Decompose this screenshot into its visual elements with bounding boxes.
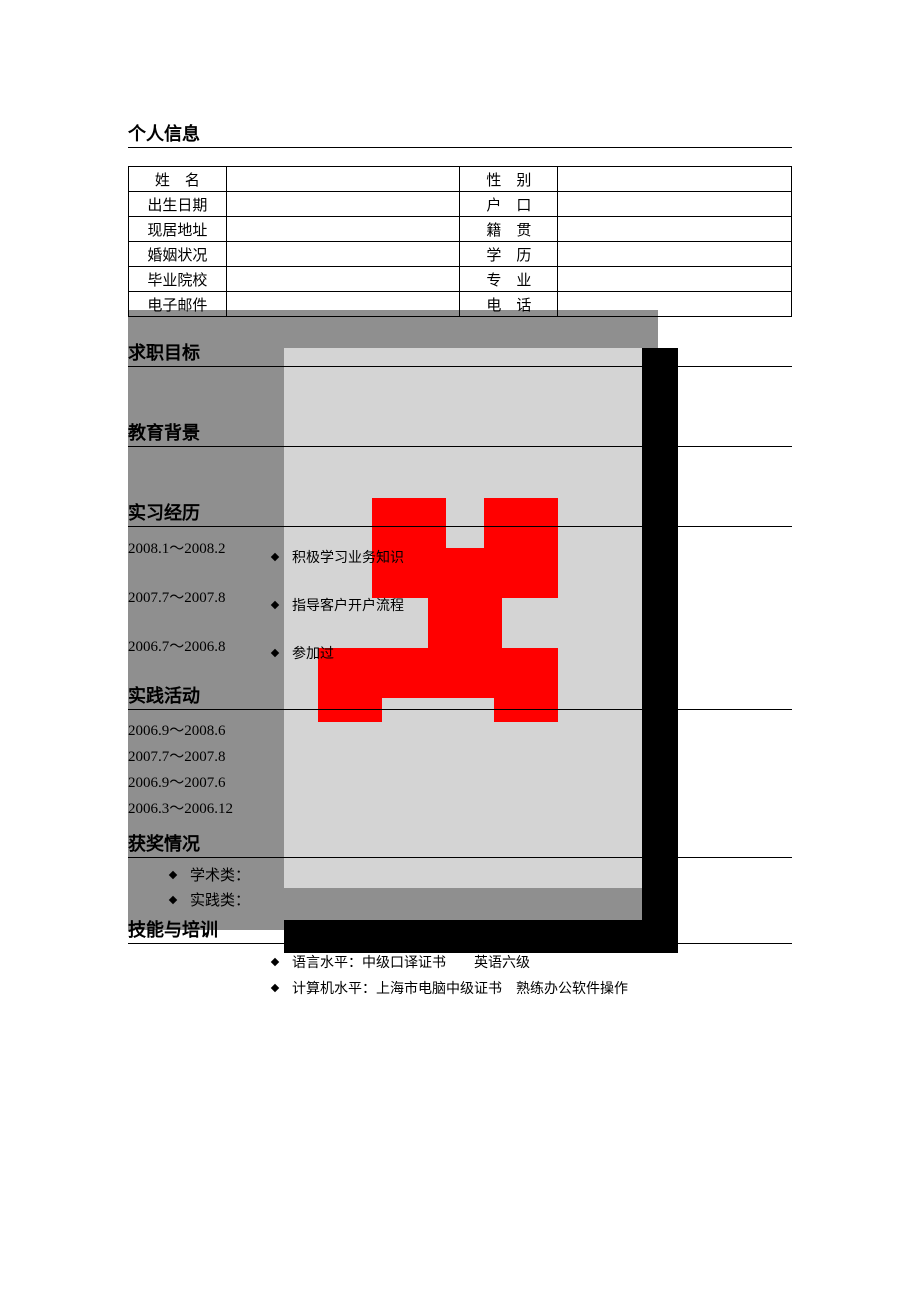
section-education: 教育背景 — [128, 419, 792, 447]
label-name: 姓 名 — [129, 167, 227, 192]
bullet-text: 指导客户开户流程 — [292, 595, 404, 615]
diamond-bullet-icon — [169, 895, 177, 903]
bullet-text: 积极学习业务知识 — [292, 547, 404, 567]
activity-date: 2006.3～2006.12 — [128, 796, 792, 822]
label-gender: 性 别 — [460, 167, 558, 192]
bullet-text: 参加过 — [292, 643, 334, 663]
value-major — [558, 267, 792, 292]
value-native — [558, 217, 792, 242]
value-name — [226, 167, 460, 192]
skill-item: 计算机水平：上海市电脑中级证书 熟练办公软件操作 — [272, 978, 792, 998]
award-item: 实践类： — [170, 889, 792, 910]
value-gender — [558, 167, 792, 192]
diamond-bullet-icon — [271, 958, 279, 966]
label-address: 现居地址 — [129, 217, 227, 242]
value-marital — [226, 242, 460, 267]
diamond-bullet-icon — [271, 984, 279, 992]
table-row: 毕业院校 专 业 — [129, 267, 792, 292]
table-row: 现居地址 籍 贯 — [129, 217, 792, 242]
table-row: 出生日期 户 口 — [129, 192, 792, 217]
table-row: 电子邮件 电 话 — [129, 292, 792, 317]
section-awards: 获奖情况 — [128, 830, 792, 858]
internship-bullet: 参加过 — [272, 643, 404, 663]
internship-date: 2008.1～2008.2 — [128, 537, 792, 558]
value-hukou — [558, 192, 792, 217]
section-internship: 实习经历 — [128, 499, 792, 527]
skill-text: 语言水平：中级口译证书 英语六级 — [292, 952, 530, 972]
section-activities: 实践活动 — [128, 682, 792, 710]
label-marital: 婚姻状况 — [129, 242, 227, 267]
activity-date: 2006.9～2007.6 — [128, 770, 792, 796]
awards-list: 学术类： 实践类： — [128, 864, 792, 910]
section-personal-info: 个人信息 — [128, 120, 792, 148]
label-birth: 出生日期 — [129, 192, 227, 217]
label-school: 毕业院校 — [129, 267, 227, 292]
diamond-bullet-icon — [271, 553, 279, 561]
label-hukou: 户 口 — [460, 192, 558, 217]
award-item: 学术类： — [170, 864, 792, 885]
label-major: 专 业 — [460, 267, 558, 292]
value-degree — [558, 242, 792, 267]
value-school — [226, 267, 460, 292]
label-phone: 电 话 — [460, 292, 558, 317]
label-email: 电子邮件 — [129, 292, 227, 317]
internship-bullet: 指导客户开户流程 — [272, 595, 404, 615]
diamond-bullet-icon — [169, 870, 177, 878]
skill-text: 计算机水平：上海市电脑中级证书 熟练办公软件操作 — [292, 978, 628, 998]
value-phone — [558, 292, 792, 317]
internship-date: 2006.7～2006.8 — [128, 635, 792, 656]
internship-bullet: 积极学习业务知识 — [272, 547, 404, 567]
label-native: 籍 贯 — [460, 217, 558, 242]
label-degree: 学 历 — [460, 242, 558, 267]
diamond-bullet-icon — [271, 601, 279, 609]
table-row: 姓 名 性 别 — [129, 167, 792, 192]
internship-date: 2007.7～2007.8 — [128, 586, 792, 607]
activities-dates: 2006.9～2008.6 2007.7～2007.8 2006.9～2007.… — [128, 718, 792, 822]
activity-date: 2007.7～2007.8 — [128, 744, 792, 770]
internship-content: 2008.1～2008.2 2007.7～2007.8 2006.7～2006.… — [128, 537, 792, 656]
section-skills: 技能与培训 — [128, 916, 792, 944]
activity-date: 2006.9～2008.6 — [128, 718, 792, 744]
award-text: 学术类： — [190, 864, 250, 885]
value-birth — [226, 192, 460, 217]
section-objective: 求职目标 — [128, 339, 792, 367]
personal-info-table: 姓 名 性 别 出生日期 户 口 现居地址 籍 贯 婚姻状况 学 历 毕业院校 … — [128, 166, 792, 317]
skills-list: 语言水平：中级口译证书 英语六级 计算机水平：上海市电脑中级证书 熟练办公软件操… — [128, 952, 792, 998]
value-email — [226, 292, 460, 317]
award-text: 实践类： — [190, 889, 250, 910]
diamond-bullet-icon — [271, 649, 279, 657]
skill-item: 语言水平：中级口译证书 英语六级 — [272, 952, 792, 972]
value-address — [226, 217, 460, 242]
table-row: 婚姻状况 学 历 — [129, 242, 792, 267]
